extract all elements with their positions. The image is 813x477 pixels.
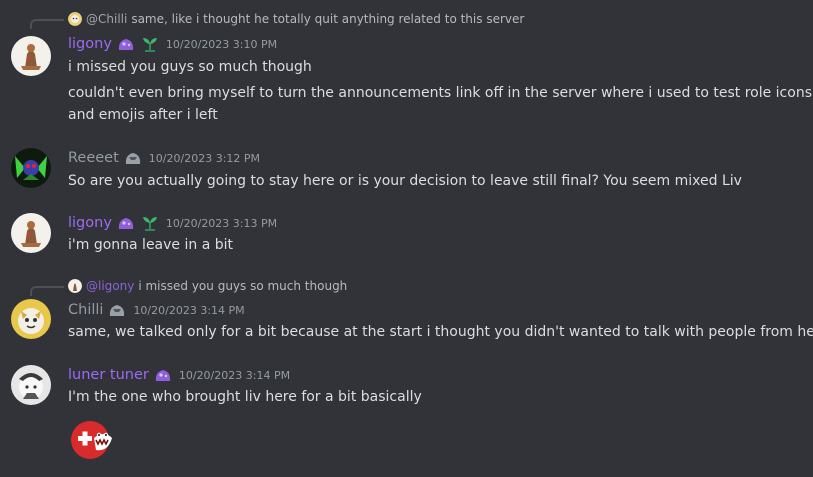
reply-author[interactable]: @ligony — [86, 277, 134, 295]
reply-author[interactable]: @Chilli — [86, 10, 127, 28]
reply-text[interactable]: same, like i thought he totally quit any… — [131, 10, 524, 28]
timestamp: 10/20/2023 3:10 PM — [165, 37, 278, 51]
reply-spine — [30, 286, 64, 296]
message-header: ligony 10/20/2023 3:10 PM — [68, 33, 277, 55]
gray-slime-role-icon — [123, 149, 143, 167]
username-reeeet[interactable]: Reeeet — [68, 150, 119, 166]
username-luner-tuner[interactable]: luner tuner — [68, 367, 149, 383]
avatar-chilli[interactable] — [11, 299, 51, 339]
purple-slime-role-icon — [153, 366, 173, 384]
sprout-role-icon — [140, 214, 160, 232]
message-line: I'm the one who brought liv here for a b… — [68, 389, 422, 405]
purple-slime-role-icon — [116, 35, 136, 53]
message-line: i missed you guys so much though — [68, 59, 312, 75]
timestamp: 10/20/2023 3:14 PM — [133, 303, 245, 317]
message-header: ligony 10/20/2023 3:13 PM — [68, 212, 277, 234]
avatar-reeeet[interactable] — [11, 148, 51, 188]
reply-spine — [30, 19, 64, 29]
message-header: luner tuner 10/20/2023 3:14 PM — [68, 364, 290, 386]
message-line: same, we talked only for a bit because a… — [68, 324, 813, 340]
reply-text[interactable]: i missed you guys so much though — [138, 277, 347, 295]
sprout-role-icon — [140, 35, 160, 53]
message-line: So are you actually going to stay here o… — [68, 173, 742, 189]
ligony-mini-avatar — [68, 279, 82, 293]
username-chilli[interactable]: Chilli — [68, 302, 103, 318]
purple-slime-role-icon — [116, 214, 136, 232]
message-list: @Chilli same, like i thought he totally … — [0, 0, 813, 477]
username-ligony[interactable]: ligony — [68, 215, 112, 231]
avatar-luner-tuner[interactable] — [11, 365, 51, 405]
username-ligony[interactable]: ligony — [68, 36, 112, 52]
message-line: i'm gonna leave in a bit — [68, 237, 233, 253]
countryball-emoji[interactable] — [68, 416, 116, 464]
message-header: Reeeet 10/20/2023 3:12 PM — [68, 147, 260, 169]
message-line: and emojis after i left — [68, 107, 218, 123]
timestamp: 10/20/2023 3:14 PM — [178, 368, 291, 382]
avatar-ligony[interactable] — [11, 36, 51, 76]
timestamp: 10/20/2023 3:13 PM — [165, 216, 278, 230]
reply-preview[interactable]: @Chilli same, like i thought he totally … — [68, 10, 524, 28]
avatar-ligony[interactable] — [11, 213, 51, 253]
message-line: couldn't even bring myself to turn the a… — [68, 85, 812, 101]
reply-preview[interactable]: @ligony i missed you guys so much though — [68, 277, 347, 295]
chilli-mini-avatar — [68, 12, 82, 26]
message-header: Chilli 10/20/2023 3:14 PM — [68, 299, 245, 321]
gray-slime-role-icon — [107, 301, 127, 319]
timestamp: 10/20/2023 3:12 PM — [148, 151, 261, 165]
